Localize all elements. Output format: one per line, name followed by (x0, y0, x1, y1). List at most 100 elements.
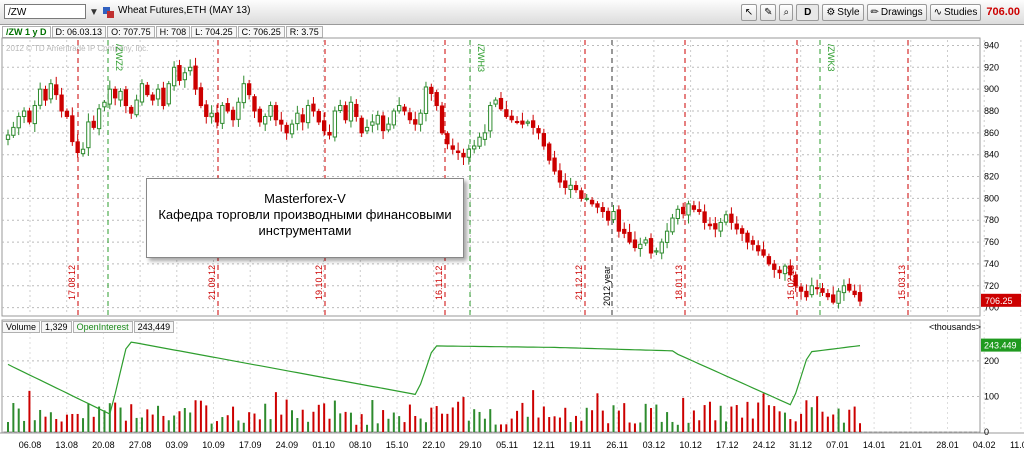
candle-body (702, 211, 707, 223)
volume-bar (312, 411, 315, 432)
candle-body (96, 108, 102, 130)
candle-body (407, 112, 413, 121)
candle-body (150, 94, 155, 101)
volume-bar (564, 407, 567, 432)
volume-bar (510, 418, 513, 432)
time-tick-label: 07.01 (826, 440, 849, 450)
candle-body (547, 143, 552, 161)
volume-bar (435, 406, 438, 432)
time-tick-label: 26.11 (606, 440, 628, 450)
time-tick-label: 06.08 (19, 440, 42, 450)
volume-bar (644, 403, 647, 432)
candle-body (439, 105, 445, 134)
volume-bar (746, 401, 749, 432)
volume-tick-label: 200 (984, 356, 999, 366)
time-tick-label: 20.08 (92, 440, 115, 450)
volume-bar (698, 420, 701, 432)
volume-bar (280, 414, 283, 432)
volume-bar (623, 403, 626, 432)
candle-body (327, 131, 332, 136)
roll-label: /ZWZ2 (114, 44, 124, 71)
candle-body (359, 117, 364, 134)
oi-tag-label: 243.449 (984, 341, 1017, 351)
volume-bar (569, 422, 572, 432)
volume-bar (183, 408, 186, 432)
volume-bar (189, 412, 192, 432)
volume-bar (526, 416, 529, 432)
candle-body (820, 288, 825, 293)
candle-body (847, 283, 852, 291)
volume-bar (494, 424, 497, 432)
candle-body (466, 148, 471, 158)
candle-body (257, 108, 263, 123)
time-tick-label: 04.02 (973, 440, 996, 450)
volume-bar (33, 420, 36, 432)
volume-bar (612, 405, 615, 432)
annotation-box[interactable]: Masterforex-V Кафедра торговли производн… (146, 178, 464, 258)
candle-body (145, 84, 150, 96)
candle-body (348, 101, 354, 122)
candle-body (91, 120, 96, 128)
candle-body (681, 206, 686, 215)
volume-bar (585, 407, 588, 432)
candle-body (455, 150, 461, 154)
expiry-label: 21.09.12 (207, 265, 217, 300)
candle-body (584, 197, 589, 200)
roll-label: /ZWH3 (476, 44, 486, 72)
volume-bar (601, 410, 604, 432)
candle-body (354, 103, 359, 117)
candle-body (745, 232, 750, 243)
candle-body (648, 238, 654, 254)
volume-bar (55, 419, 58, 432)
open-interest-label[interactable]: OpenInterest (72, 321, 133, 333)
candle-body (798, 286, 804, 292)
candle-body (713, 223, 718, 230)
time-tick-label: 10.09 (202, 440, 225, 450)
time-tick-label: 28.01 (936, 440, 959, 450)
volume-bar (553, 416, 556, 432)
candle-body (289, 123, 295, 135)
candle-body (5, 134, 11, 140)
candle-body (841, 285, 847, 294)
volume-bar (617, 410, 620, 432)
candle-body (21, 110, 27, 117)
candle-body (16, 115, 21, 129)
candle-body (75, 141, 80, 154)
candle-body (450, 145, 455, 150)
volume-bar (392, 412, 395, 432)
price-tick-label: 800 (984, 193, 999, 203)
candle-body (825, 293, 831, 298)
volume-bar (580, 420, 583, 432)
last-price-tag-label: 706.25 (985, 296, 1013, 306)
time-tick-label: 05.11 (496, 440, 518, 450)
volume-bar (124, 420, 127, 432)
volume-bar (457, 401, 460, 432)
time-tick-label: 15.10 (386, 440, 409, 450)
volume-bar (853, 406, 856, 432)
volume-bar (810, 407, 813, 432)
volume-label[interactable]: Volume (2, 321, 41, 333)
volume-bar (408, 404, 411, 432)
volume-bar (178, 411, 181, 432)
candle-body (263, 115, 268, 125)
volume-bar (596, 393, 599, 432)
volume-bar (274, 392, 277, 432)
volume-bar (173, 415, 176, 432)
volume-bar (767, 405, 770, 432)
volume-bar (49, 412, 52, 432)
volume-bar (151, 414, 154, 432)
volume-bar (12, 403, 15, 432)
volume-bar (339, 413, 342, 432)
candle-body (246, 83, 252, 96)
volume-bar (655, 404, 658, 432)
volume-bar (607, 423, 610, 432)
volume-tick-label: 0 (984, 427, 989, 437)
candle-body (589, 199, 595, 205)
candle-body (321, 120, 327, 132)
volume-bar (462, 397, 465, 432)
time-tick-label: 08.10 (349, 440, 372, 450)
candle-body (397, 105, 402, 112)
volume-bar (467, 420, 470, 432)
volume-bar (714, 420, 717, 432)
volume-bar (826, 416, 829, 432)
